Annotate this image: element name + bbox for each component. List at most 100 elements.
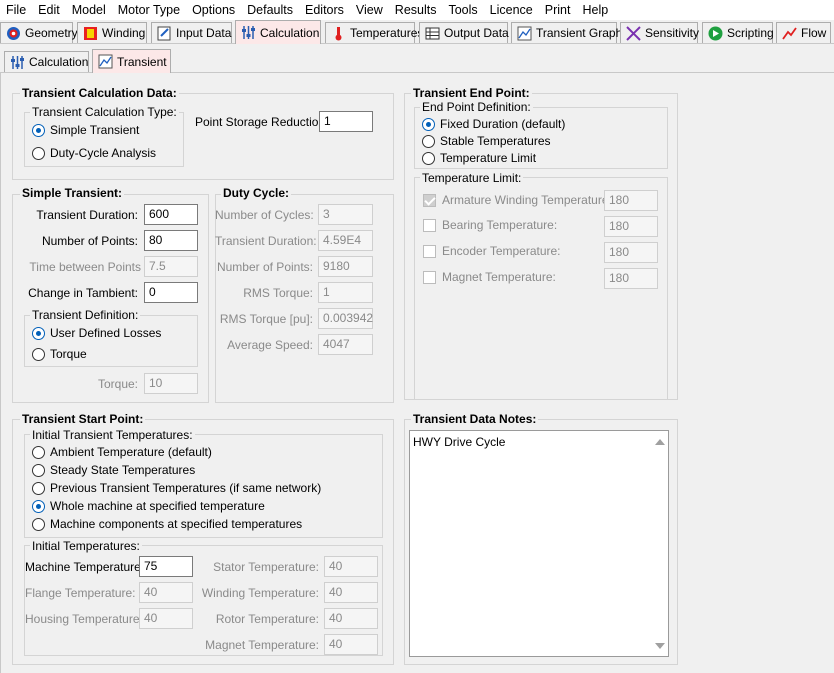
tab-temperatures[interactable]: Temperatures — [325, 22, 423, 43]
simple-transient-title: Simple Transient: — [20, 186, 125, 200]
menu-edit[interactable]: Edit — [32, 0, 66, 20]
calc-type-title: Transient Calculation Type: — [30, 105, 179, 119]
point-storage-input[interactable]: 1 — [319, 111, 373, 132]
scroll-down-icon[interactable] — [655, 643, 665, 649]
menu-tools[interactable]: Tools — [442, 0, 483, 20]
check-armature-winding[interactable]: Armature Winding Temperature: — [423, 193, 612, 207]
radio-temperature-limit[interactable]: Temperature Limit — [422, 151, 536, 165]
duration-input[interactable]: 600 — [144, 204, 198, 225]
tab-sensitivity[interactable]: Sensitivity — [620, 22, 699, 43]
subtab-transient[interactable]: Transient — [92, 49, 171, 73]
check-magnet[interactable]: Magnet Temperature: — [423, 270, 556, 284]
points-input[interactable]: 80 — [144, 230, 198, 251]
radio-ambient-temperature[interactable]: Ambient Temperature (default) — [32, 445, 212, 459]
duration-label: Transient Duration: — [36, 208, 138, 222]
cycles-label: Number of Cycles: — [215, 208, 314, 222]
radio-dot — [32, 146, 45, 160]
duty-points-input: 9180 — [318, 256, 373, 277]
end-def-title: End Point Definition: — [420, 100, 533, 114]
rms-torque-pu-label: RMS Torque [pu]: — [219, 312, 313, 326]
encoder-limit-input: 180 — [604, 242, 658, 263]
magnet-limit-input: 180 — [604, 268, 658, 289]
torque-input: 10 — [144, 373, 198, 394]
winding-temp-input: 40 — [324, 582, 378, 603]
definition-title: Transient Definition: — [30, 308, 141, 322]
scroll-up-icon[interactable] — [655, 439, 665, 445]
radio-dot — [32, 499, 45, 513]
menu-help[interactable]: Help — [576, 0, 614, 20]
tab-output-data[interactable]: Output Data — [419, 22, 509, 43]
tab-calculation[interactable]: Calculation — [235, 20, 321, 44]
menu-licence[interactable]: Licence — [484, 0, 539, 20]
start-point-title: Transient Start Point: — [20, 412, 146, 426]
duty-cycle-title: Duty Cycle: — [221, 186, 292, 200]
cycles-input: 3 — [318, 204, 373, 225]
menu-editors[interactable]: Editors — [299, 0, 350, 20]
thermometer-icon — [331, 26, 346, 41]
radio-user-defined-losses[interactable]: User Defined Losses — [32, 326, 161, 340]
radio-previous-transient[interactable]: Previous Transient Temperatures (if same… — [32, 481, 321, 495]
radio-duty-cycle[interactable]: Duty-Cycle Analysis — [32, 146, 156, 160]
graph-icon — [517, 26, 532, 41]
tambient-input[interactable]: 0 — [144, 282, 198, 303]
menu-motor-type[interactable]: Motor Type — [112, 0, 186, 20]
tab-input-data[interactable]: Input Data — [151, 22, 232, 43]
radio-whole-machine[interactable]: Whole machine at specified temperature — [32, 499, 265, 513]
radio-torque[interactable]: Torque — [32, 347, 87, 361]
tab-flow[interactable]: Flow — [776, 22, 831, 43]
menu-results[interactable]: Results — [389, 0, 443, 20]
stator-temp-input: 40 — [324, 556, 378, 577]
housing-temp-input: 40 — [139, 608, 193, 629]
checkbox-box — [423, 270, 436, 284]
menu-print[interactable]: Print — [539, 0, 577, 20]
armature-limit-input: 180 — [604, 190, 658, 211]
menu-model[interactable]: Model — [66, 0, 112, 20]
radio-steady-state[interactable]: Steady State Temperatures — [32, 463, 195, 477]
graph-icon — [98, 54, 113, 69]
notes-textarea[interactable]: HWY Drive Cycle — [409, 430, 669, 657]
magnet-temp-label: Magnet Temperature: — [205, 638, 319, 652]
subtab-calculation[interactable]: Calculation — [4, 51, 89, 72]
check-encoder[interactable]: Encoder Temperature: — [423, 244, 561, 258]
flow-icon — [782, 26, 797, 41]
notes-scrollbar[interactable] — [651, 431, 668, 656]
sliders-icon — [10, 55, 25, 70]
tab-transient-graph[interactable]: Transient Graph — [511, 22, 622, 43]
tab-scripting[interactable]: Scripting — [702, 22, 774, 43]
bearing-limit-input: 180 — [604, 216, 658, 237]
radio-simple-transient[interactable]: Simple Transient — [32, 123, 139, 137]
machine-temp-input[interactable]: 75 — [139, 556, 193, 577]
rms-torque-label: RMS Torque: — [243, 286, 313, 300]
menu-file[interactable]: File — [0, 0, 32, 20]
table-icon — [425, 26, 440, 41]
point-storage-label: Point Storage Reduction: — [195, 115, 329, 129]
sub-tab-bar: Calculation Transient — [0, 49, 834, 73]
initial-temps-title: Initial Temperatures: — [30, 539, 142, 553]
rotor-temp-input: 40 — [324, 608, 378, 629]
radio-dot — [32, 463, 45, 477]
tab-geometry[interactable]: Geometry — [0, 22, 78, 43]
rotor-temp-label: Rotor Temperature: — [215, 612, 319, 626]
menu-view[interactable]: View — [350, 0, 389, 20]
radio-stable-temperatures[interactable]: Stable Temperatures — [422, 134, 551, 148]
flange-temp-label: Flange Temperature: — [25, 586, 136, 600]
radio-dot — [32, 326, 45, 340]
geometry-icon — [6, 26, 21, 41]
check-bearing[interactable]: Bearing Temperature: — [423, 218, 557, 232]
checkbox-box — [423, 193, 436, 207]
tab-winding[interactable]: Winding — [77, 22, 147, 43]
radio-fixed-duration[interactable]: Fixed Duration (default) — [422, 117, 565, 131]
radio-dot — [32, 481, 45, 495]
transient-calc-title: Transient Calculation Data: — [20, 86, 179, 100]
rms-torque-input: 1 — [318, 282, 373, 303]
winding-icon — [83, 26, 98, 41]
duty-duration-label: Transient Duration: — [215, 234, 317, 248]
radio-machine-components[interactable]: Machine components at specified temperat… — [32, 517, 302, 531]
menu-options[interactable]: Options — [186, 0, 241, 20]
machine-temp-label: Machine Temperature: — [25, 560, 145, 574]
rms-torque-pu-input: 0.003942 — [318, 308, 373, 329]
points-label: Number of Points: — [41, 234, 138, 248]
menu-defaults[interactable]: Defaults — [241, 0, 299, 20]
end-point-title: Transient End Point: — [411, 86, 532, 100]
avg-speed-input: 4047 — [318, 334, 373, 355]
